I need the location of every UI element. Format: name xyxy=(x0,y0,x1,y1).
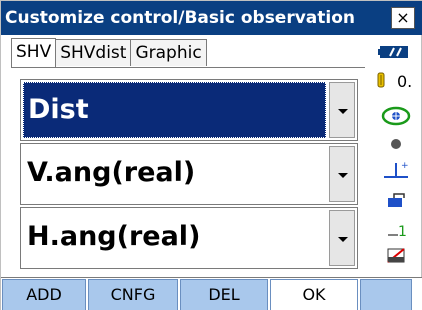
blank-softkey-button[interactable] xyxy=(360,279,412,310)
window-title: Customize control/Basic observation xyxy=(5,8,356,28)
dialog-window: Customize control/Basic observation × SH… xyxy=(0,0,422,310)
row2-dropdown[interactable]: V.ang(real) xyxy=(20,143,358,205)
row1-dropdown[interactable]: Dist xyxy=(20,79,358,141)
row1-dropdown-arrow-icon[interactable] xyxy=(329,82,355,138)
prism-icon xyxy=(371,69,421,93)
row2-dropdown-value: V.ang(real) xyxy=(27,157,196,188)
row2-dropdown-arrow-icon[interactable] xyxy=(329,146,355,202)
softkey-bar: ADD CNFG DEL OK xyxy=(1,277,422,310)
svg-text:1: 1 xyxy=(398,224,407,240)
svg-text:+: + xyxy=(401,161,409,171)
status-bar: 0. + 1 xyxy=(371,35,421,277)
tab-strip: SHV SHVdist Graphic xyxy=(11,38,207,67)
battery-icon xyxy=(371,43,421,61)
tab-graphic[interactable]: Graphic xyxy=(130,39,207,66)
ok-button[interactable]: OK xyxy=(270,279,358,310)
row1-dropdown-value: Dist xyxy=(23,82,326,138)
tab-shv[interactable]: SHV xyxy=(11,38,57,67)
title-bar: Customize control/Basic observation xyxy=(1,1,422,35)
close-button[interactable]: × xyxy=(391,7,415,29)
angle-readout: 0. xyxy=(397,72,413,91)
del-button[interactable]: DEL xyxy=(180,279,268,310)
row3-dropdown[interactable]: H.ang(real) xyxy=(20,207,358,269)
laser-point-icon xyxy=(371,137,421,151)
add-button[interactable]: ADD xyxy=(2,279,86,310)
memory-icon xyxy=(371,245,421,267)
bluetooth-icon xyxy=(371,189,421,211)
row3-dropdown-arrow-icon[interactable] xyxy=(329,210,355,266)
tab-shvdist[interactable]: SHVdist xyxy=(55,39,132,66)
tilt-icon: + xyxy=(371,157,421,181)
input-mode-icon: 1 xyxy=(371,219,421,241)
cnfg-button[interactable]: CNFG xyxy=(88,279,178,310)
tab-divider xyxy=(11,67,365,68)
row3-dropdown-value: H.ang(real) xyxy=(27,221,201,252)
target-icon xyxy=(371,105,421,127)
